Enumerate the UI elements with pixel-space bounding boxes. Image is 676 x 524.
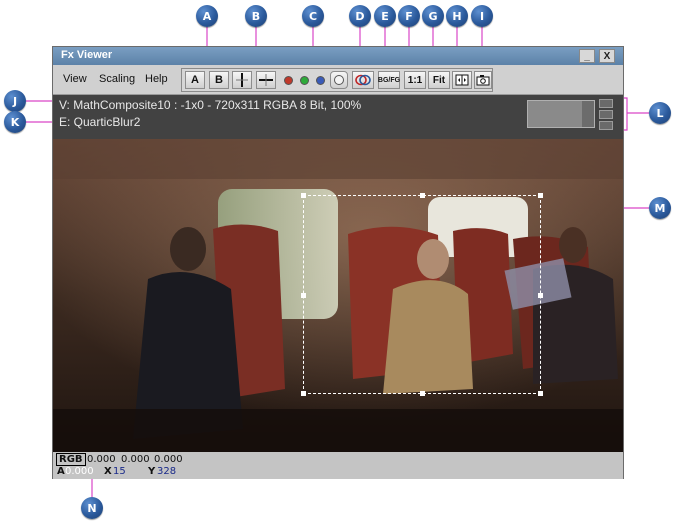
histogram-display (527, 100, 595, 128)
alpha-channel-icon (334, 75, 344, 85)
horizontal-split-icon (259, 74, 273, 86)
roi-handle[interactable] (538, 391, 543, 396)
fx-viewer-window: Fx Viewer _ X View Scaling Help A B BG/F… (52, 46, 624, 479)
histogram-up-button[interactable] (599, 99, 613, 108)
x-label: X (104, 466, 112, 477)
snapshot-button[interactable] (474, 71, 492, 89)
x-coordinate-value: 15 (113, 466, 126, 477)
fit-button[interactable]: Fit (428, 71, 450, 89)
roi-handle[interactable] (301, 293, 306, 298)
camera-icon (476, 75, 490, 86)
callout-b: B (245, 5, 267, 27)
green-channel-button[interactable] (296, 71, 312, 89)
red-channel-button[interactable] (280, 71, 296, 89)
buffer-b-button[interactable]: B (209, 71, 229, 89)
one-to-one-button[interactable]: 1:1 (404, 71, 426, 89)
vertical-wipe-button[interactable] (232, 71, 252, 89)
blue-value: 0.000 (154, 454, 183, 465)
fit-width-icon (455, 74, 469, 86)
callout-e: E (374, 5, 396, 27)
callout-n: N (81, 497, 103, 519)
roi-handle[interactable] (538, 293, 543, 298)
callout-i: I (471, 5, 493, 27)
vertical-split-icon (236, 73, 248, 87)
status-bar: RGB 0.000 0.000 0.000 A 0.000 X 15 Y 328 (53, 452, 623, 479)
menu-bar: View Scaling Help A B BG/FG 1:1 Fit (53, 65, 623, 95)
callout-f: F (398, 5, 420, 27)
bg-fg-button[interactable]: BG/FG (378, 71, 400, 89)
image-viewport[interactable] (53, 139, 623, 452)
horizontal-wipe-button[interactable] (256, 71, 276, 89)
alpha-value: 0.000 (65, 466, 94, 477)
green-channel-icon (299, 75, 309, 85)
red-channel-icon (283, 75, 293, 85)
blue-channel-icon (315, 75, 325, 85)
minimize-button[interactable]: _ (579, 49, 595, 63)
info-bar: V: MathComposite10 : -1x0 - 720x311 RGBA… (53, 95, 623, 139)
alpha-channel-button[interactable] (330, 71, 348, 89)
callout-h: H (446, 5, 468, 27)
menu-view[interactable]: View (63, 73, 87, 85)
title-bar[interactable]: Fx Viewer _ X (53, 47, 623, 65)
green-value: 0.000 (121, 454, 150, 465)
y-label: Y (148, 466, 156, 477)
buffer-a-button[interactable]: A (185, 71, 205, 89)
color-mode-badge[interactable]: RGB (56, 453, 86, 466)
roi-handle[interactable] (301, 391, 306, 396)
window-title: Fx Viewer (61, 49, 113, 61)
view-info-text: V: MathComposite10 : -1x0 - 720x311 RGBA… (59, 98, 362, 112)
menu-scaling[interactable]: Scaling (99, 73, 135, 85)
red-value: 0.000 (87, 454, 116, 465)
callout-g: G (422, 5, 444, 27)
callout-a: A (196, 5, 218, 27)
histogram-mid-button[interactable] (599, 110, 613, 119)
alpha-label: A (57, 466, 65, 477)
callout-m: M (649, 197, 671, 219)
callout-d: D (349, 5, 371, 27)
callout-k: K (4, 111, 26, 133)
menu-help[interactable]: Help (145, 73, 168, 85)
viewer-toolbar: A B BG/FG 1:1 Fit (181, 68, 493, 92)
overlay-icon (355, 74, 371, 86)
close-button[interactable]: X (599, 49, 615, 63)
roi-handle[interactable] (420, 391, 425, 396)
callout-c: C (302, 5, 324, 27)
histogram-down-button[interactable] (599, 121, 613, 130)
y-coordinate-value: 328 (157, 466, 177, 477)
region-of-interest-box[interactable] (301, 193, 543, 396)
fit-width-button[interactable] (452, 71, 472, 89)
overlay-toggle-button[interactable] (352, 71, 374, 89)
effect-info-text: E: QuarticBlur2 (59, 115, 141, 129)
roi-handle[interactable] (538, 193, 543, 198)
roi-handle[interactable] (301, 193, 306, 198)
roi-handle[interactable] (420, 193, 425, 198)
callout-l: L (649, 102, 671, 124)
callout-j: J (4, 90, 26, 112)
blue-channel-button[interactable] (312, 71, 328, 89)
